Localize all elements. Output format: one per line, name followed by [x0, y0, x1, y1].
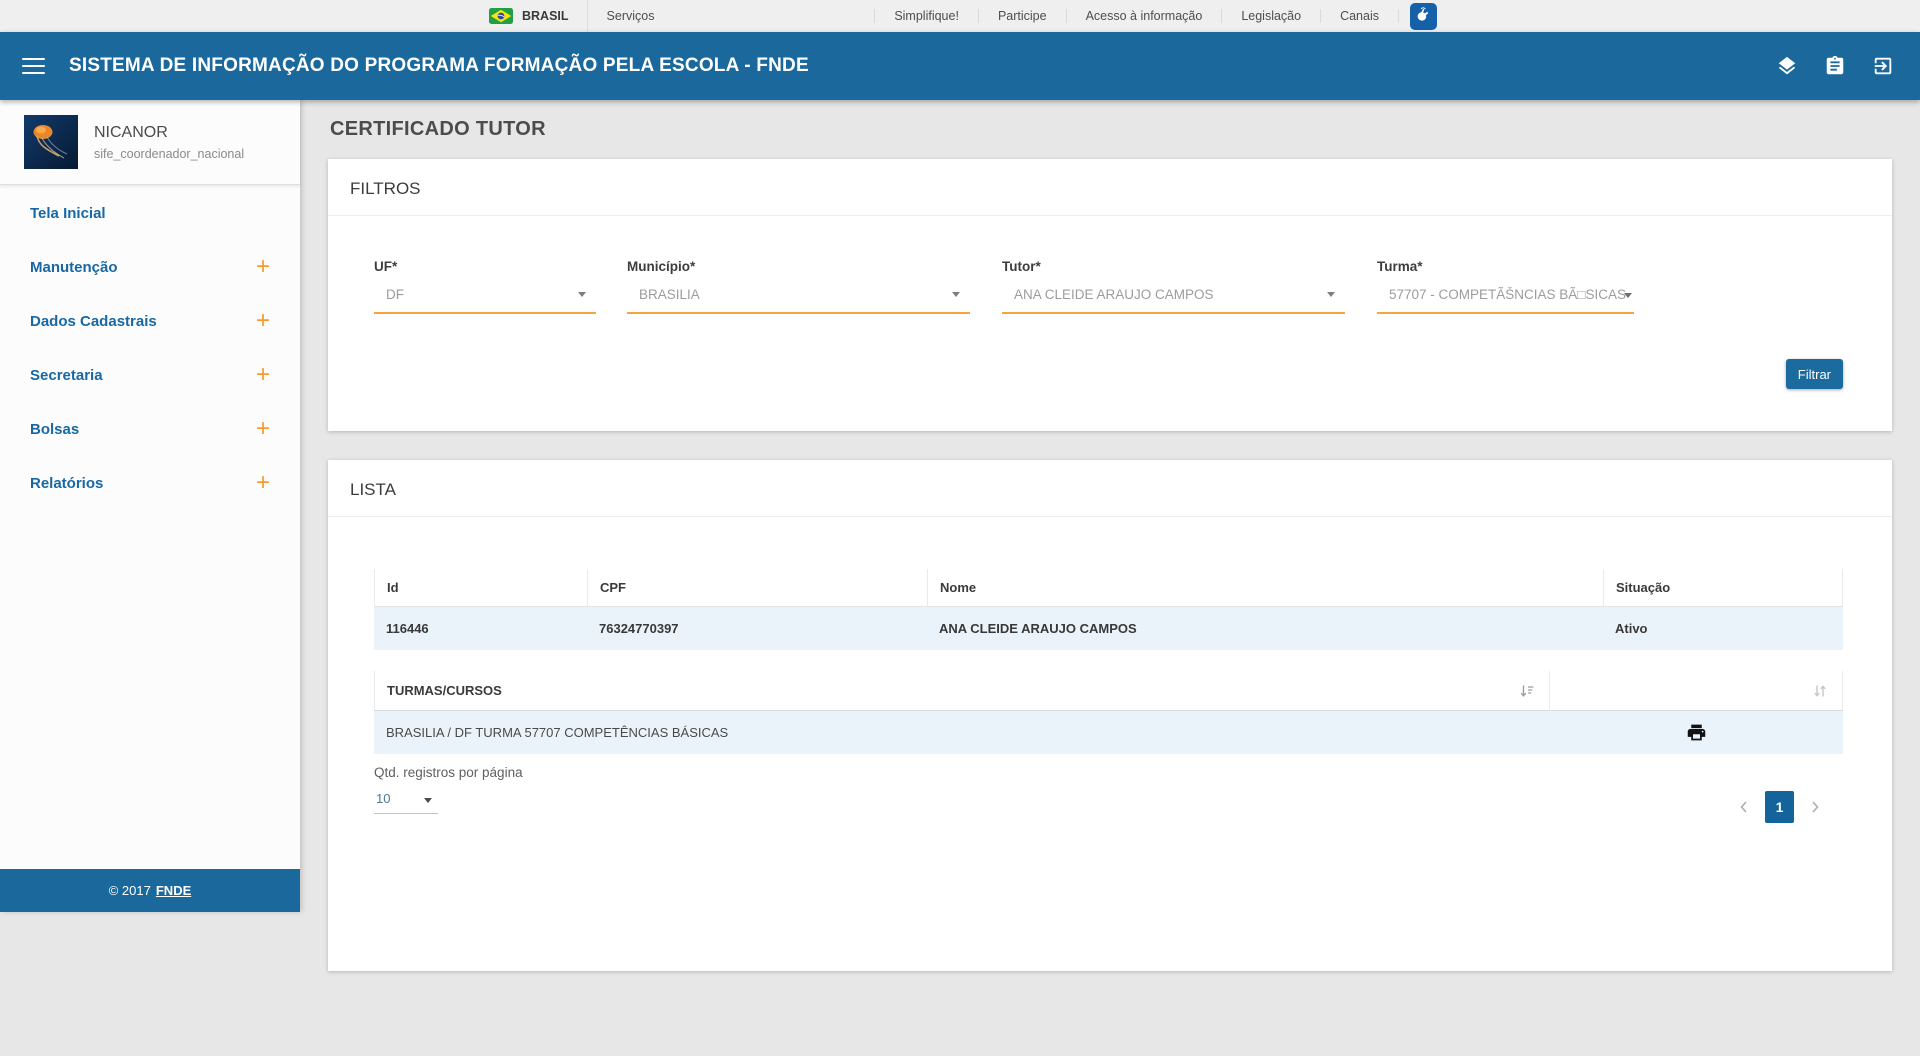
pagination: 1	[1736, 791, 1823, 823]
tutor-value: ANA CLEIDE ARAUJO CAMPOS	[1014, 287, 1214, 302]
gov-link-simplifique[interactable]: Simplifique!	[874, 9, 978, 23]
user-panel: NICANOR sife_coordenador_nacional	[0, 100, 300, 185]
table-header-row: Id CPF Nome Situação	[374, 569, 1843, 607]
municipio-select[interactable]: BRASILIA	[627, 287, 970, 314]
user-name: NICANOR	[94, 124, 244, 142]
gov-brand-link[interactable]: BRASIL	[487, 0, 587, 32]
sidebar-item-label: Bolsas	[30, 421, 79, 438]
sidebar-item-dados-cadastrais[interactable]: Dados Cadastrais +	[0, 294, 300, 348]
sidebar-item-relatorios[interactable]: Relatórios +	[0, 456, 300, 510]
page-size-select[interactable]: 10	[374, 789, 438, 814]
uf-select[interactable]: DF	[374, 287, 596, 314]
turma-value: 57707 - COMPETÃŠNCIAS BÃ□SICAS	[1389, 287, 1626, 302]
page-title: CERTIFICADO TUTOR	[330, 118, 546, 141]
municipio-value: BRASILIA	[639, 287, 700, 302]
gov-link-servicos[interactable]: Serviços	[587, 0, 674, 32]
cell-nome: ANA CLEIDE ARAUJO CAMPOS	[927, 621, 1603, 636]
sidebar-item-label: Relatórios	[30, 475, 103, 492]
plus-icon: +	[256, 417, 270, 441]
plus-icon: +	[256, 255, 270, 279]
turmas-cursos-header: TURMAS/CURSOS	[387, 683, 502, 698]
plus-icon: +	[256, 363, 270, 387]
column-header-id: Id	[374, 569, 587, 606]
vlibras-icon[interactable]	[1410, 3, 1437, 30]
sort-swap-icon[interactable]	[1812, 683, 1828, 699]
app-root: BRASIL Serviços Simplifique! Participe A…	[0, 0, 1920, 1056]
turma-field: Turma* 57707 - COMPETÃŠNCIAS BÃ□SICAS	[1377, 259, 1634, 314]
gov-brand-label: BRASIL	[522, 9, 569, 23]
app-title: SISTEMA DE INFORMAÇÃO DO PROGRAMA FORMAÇ…	[69, 55, 809, 77]
tutor-label: Tutor*	[1002, 259, 1345, 274]
sidebar-item-bolsas[interactable]: Bolsas +	[0, 402, 300, 456]
app-header: SISTEMA DE INFORMAÇÃO DO PROGRAMA FORMAÇ…	[0, 32, 1920, 100]
logout-icon[interactable]	[1872, 55, 1894, 77]
sidebar-item-secretaria[interactable]: Secretaria +	[0, 348, 300, 402]
turma-label: Turma*	[1377, 259, 1634, 274]
column-header-cpf: CPF	[587, 569, 927, 606]
tutor-field: Tutor* ANA CLEIDE ARAUJO CAMPOS	[1002, 259, 1345, 314]
cell-situacao: Ativo	[1603, 621, 1843, 636]
lista-title: LISTA	[328, 460, 1892, 517]
sidebar: NICANOR sife_coordenador_nacional Tela I…	[0, 100, 300, 912]
sidebar-item-tela-inicial[interactable]: Tela Inicial	[0, 186, 300, 240]
lista-panel: LISTA Id CPF Nome Situação 116446 763247…	[328, 460, 1892, 971]
sidebar-footer: © 2017 FNDE	[0, 869, 300, 912]
turmas-table: TURMAS/CURSOS BRASILIA / DF	[374, 671, 1843, 754]
cell-cpf: 76324770397	[587, 621, 927, 636]
chevron-down-icon	[1624, 293, 1632, 298]
uf-field: UF* DF	[374, 259, 596, 314]
turma-descricao: BRASILIA / DF TURMA 57707 COMPETÊNCIAS B…	[374, 725, 1549, 740]
filtrar-button[interactable]: Filtrar	[1786, 359, 1843, 389]
sidebar-item-label: Manutenção	[30, 259, 118, 276]
sort-amount-icon[interactable]	[1519, 683, 1535, 699]
filters-panel: FILTROS UF* DF Município* BRASILIA Tutor…	[328, 159, 1892, 431]
turmas-header-row: TURMAS/CURSOS	[374, 671, 1843, 711]
brazil-flag-icon	[489, 8, 513, 24]
chevron-down-icon	[424, 798, 432, 803]
chevron-down-icon	[578, 292, 586, 297]
gov-link-participe[interactable]: Participe	[978, 9, 1066, 23]
municipio-label: Município*	[627, 259, 970, 274]
column-header-situacao: Situação	[1603, 569, 1843, 606]
tutor-select[interactable]: ANA CLEIDE ARAUJO CAMPOS	[1002, 287, 1345, 314]
gov-link-legislacao[interactable]: Legislação	[1221, 9, 1320, 23]
gov-link-canais[interactable]: Canais	[1320, 9, 1399, 23]
table-row: 116446 76324770397 ANA CLEIDE ARAUJO CAM…	[374, 607, 1843, 650]
print-icon[interactable]	[1686, 722, 1707, 743]
column-header-nome: Nome	[927, 569, 1603, 606]
sidebar-item-label: Dados Cadastrais	[30, 313, 157, 330]
plus-icon: +	[256, 471, 270, 495]
sidebar-item-label: Tela Inicial	[30, 205, 106, 222]
page-size-label: Qtd. registros por página	[374, 765, 523, 780]
chevron-down-icon	[952, 292, 960, 297]
tutores-table: Id CPF Nome Situação 116446 76324770397 …	[374, 569, 1843, 650]
page-size-value: 10	[376, 791, 390, 806]
filters-title: FILTROS	[328, 159, 1892, 216]
cell-id: 116446	[374, 621, 587, 636]
sidebar-item-label: Secretaria	[30, 367, 103, 384]
chevron-right-icon[interactable]	[1807, 799, 1823, 815]
clipboard-icon[interactable]	[1824, 55, 1846, 77]
gov-link-acesso-informacao[interactable]: Acesso à informação	[1066, 9, 1222, 23]
chevron-left-icon[interactable]	[1736, 799, 1752, 815]
sidebar-item-manutencao[interactable]: Manutenção +	[0, 240, 300, 294]
sidebar-menu: Tela Inicial Manutenção + Dados Cadastra…	[0, 185, 300, 510]
page-number-button[interactable]: 1	[1765, 791, 1794, 823]
user-avatar	[24, 115, 78, 169]
menu-icon[interactable]	[22, 58, 45, 75]
turma-select[interactable]: 57707 - COMPETÃŠNCIAS BÃ□SICAS	[1377, 287, 1634, 314]
plus-icon: +	[256, 309, 270, 333]
uf-value: DF	[386, 287, 404, 302]
turma-row: BRASILIA / DF TURMA 57707 COMPETÊNCIAS B…	[374, 711, 1843, 754]
uf-label: UF*	[374, 259, 596, 274]
user-role: sife_coordenador_nacional	[94, 147, 244, 161]
chevron-down-icon	[1327, 292, 1335, 297]
copyright-text: © 2017	[109, 883, 151, 898]
layers-icon[interactable]	[1776, 55, 1798, 77]
municipio-field: Município* BRASILIA	[627, 259, 970, 314]
gov-bar: BRASIL Serviços Simplifique! Participe A…	[0, 0, 1920, 33]
fnde-link[interactable]: FNDE	[156, 883, 191, 898]
main-content: CERTIFICADO TUTOR FILTROS UF* DF Municíp…	[300, 100, 1920, 1056]
